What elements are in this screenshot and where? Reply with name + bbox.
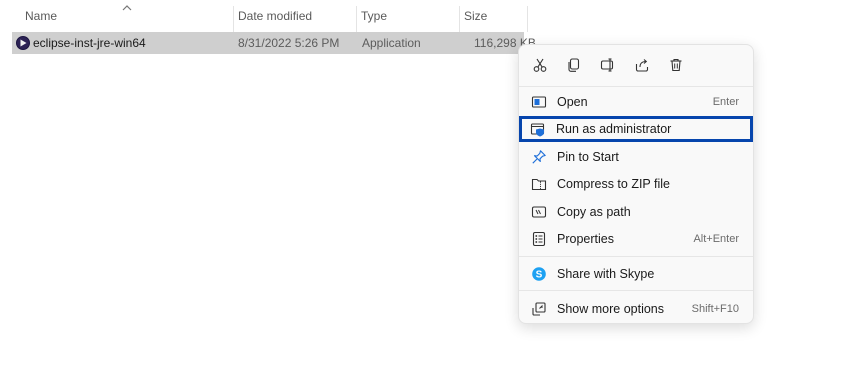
menu-item-pin-to-start[interactable]: Pin to Start (521, 144, 751, 170)
show-more-icon (532, 302, 546, 316)
column-header-name[interactable]: Name (21, 0, 233, 32)
menu-divider (519, 256, 753, 257)
rename-button[interactable] (596, 53, 620, 77)
menu-item-label: Share with Skype (557, 267, 655, 281)
column-header-row: Name Date modified Type Size (0, 0, 528, 32)
file-name: eclipse-inst-jre-win64 (33, 36, 146, 50)
menu-item-show-more-options[interactable]: Show more options Shift+F10 (521, 296, 751, 322)
copy-path-icon (531, 206, 547, 218)
column-header-date-modified[interactable]: Date modified (234, 0, 356, 32)
copy-icon (568, 58, 580, 72)
cut-icon (533, 58, 547, 72)
delete-icon (670, 58, 682, 72)
menu-divider (519, 86, 753, 87)
properties-icon (532, 231, 546, 247)
skype-icon: S (532, 267, 546, 281)
menu-item-label: Copy as path (557, 205, 631, 219)
menu-item-shortcut: Shift+F10 (691, 303, 739, 315)
svg-text:S: S (536, 270, 543, 281)
menu-item-properties[interactable]: Properties Alt+Enter (521, 226, 751, 252)
share-icon (635, 59, 649, 72)
copy-button[interactable] (562, 53, 586, 77)
column-divider[interactable] (527, 6, 528, 32)
column-header-type[interactable]: Type (357, 0, 459, 32)
share-button[interactable] (630, 53, 654, 77)
zip-folder-icon (531, 178, 547, 191)
quick-actions-bar (519, 53, 753, 77)
cut-button[interactable] (528, 53, 552, 77)
menu-item-label: Open (557, 95, 588, 109)
file-type: Application (362, 36, 421, 50)
menu-item-share-with-skype[interactable]: S Share with Skype (521, 261, 751, 287)
pin-icon (532, 150, 546, 164)
application-icon (16, 36, 30, 50)
menu-item-shortcut: Alt+Enter (693, 233, 739, 245)
open-window-icon (531, 96, 547, 108)
menu-item-copy-as-path[interactable]: Copy as path (521, 199, 751, 225)
menu-item-label: Compress to ZIP file (557, 177, 671, 191)
rename-icon (600, 58, 614, 72)
context-menu: Open Enter Run as administrator Pin to S… (518, 44, 754, 324)
file-row-selected[interactable]: eclipse-inst-jre-win64 8/31/2022 5:26 PM… (12, 32, 536, 54)
menu-item-label: Properties (557, 232, 614, 246)
menu-item-shortcut: Enter (712, 96, 739, 108)
menu-item-label: Run as administrator (556, 122, 672, 136)
menu-item-label: Pin to Start (557, 150, 619, 164)
shield-admin-icon (530, 123, 545, 137)
delete-button[interactable] (664, 53, 688, 77)
menu-divider (519, 290, 753, 291)
menu-item-label: Show more options (557, 302, 665, 316)
file-date-modified: 8/31/2022 5:26 PM (238, 36, 340, 50)
menu-item-open[interactable]: Open Enter (521, 89, 751, 115)
menu-item-run-as-administrator[interactable]: Run as administrator (519, 116, 753, 142)
menu-item-compress-to-zip[interactable]: Compress to ZIP file (521, 171, 751, 197)
column-header-size[interactable]: Size (460, 0, 528, 32)
